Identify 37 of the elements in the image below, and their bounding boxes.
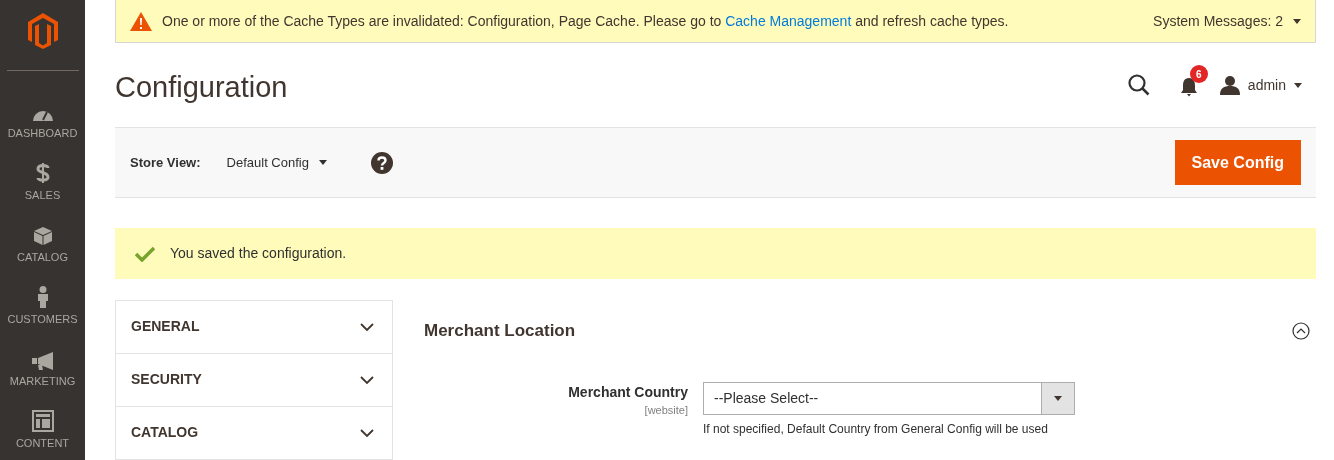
megaphone-icon	[31, 351, 54, 370]
person-icon	[36, 285, 49, 308]
sidebar-item[interactable]: SALES	[0, 147, 85, 209]
logo-icon	[27, 13, 58, 49]
field-label: Merchant Country	[568, 383, 688, 402]
dollar-icon	[35, 161, 50, 184]
field-note: If not specified, Default Country from General Config will be used	[703, 421, 1049, 438]
scope-label: [website]	[644, 403, 688, 418]
sidebar-item[interactable]: CUSTOMERS	[0, 271, 85, 333]
search-icon[interactable]	[1127, 74, 1150, 97]
system-messages-toggle[interactable]: System Messages: 2	[1153, 10, 1301, 32]
cache-management-link[interactable]: Cache Management	[725, 12, 852, 29]
country-select[interactable]: --Please Select--	[703, 382, 1075, 415]
help-icon[interactable]	[370, 151, 393, 174]
success-text: You saved the configuration.	[170, 244, 347, 264]
store-view-dropdown[interactable]: Default Config	[226, 153, 327, 173]
bell-icon[interactable]	[1179, 77, 1198, 98]
cache-warning-text: One or more of the Cache Types are invalidated: Configuration, Page Cache. Please go to Cache Management and refresh cache types.	[162, 11, 1009, 31]
page-title: Configuration	[115, 69, 288, 105]
warning-icon	[130, 11, 152, 31]
admin-user-menu[interactable]: admin	[1219, 74, 1302, 96]
collapse-icon	[1292, 322, 1310, 340]
store-view-label: Store View:	[130, 154, 201, 172]
section-header[interactable]: Merchant Location	[424, 300, 1316, 362]
sidebar-item[interactable]: MARKETING	[0, 333, 85, 395]
checkmark-icon	[135, 245, 155, 262]
sidebar-item[interactable]: CONTENT	[0, 395, 85, 457]
user-icon	[1219, 75, 1240, 95]
chevron-down-icon	[360, 323, 374, 331]
notification-count: 6	[1189, 65, 1208, 84]
sidebar-item[interactable]: DASHBOARD	[0, 85, 85, 147]
layout-icon	[31, 409, 54, 432]
save-config-button[interactable]: Save Config	[1174, 140, 1301, 186]
box-icon	[32, 225, 53, 246]
chevron-down-icon	[360, 429, 374, 437]
chevron-down-icon	[360, 376, 374, 384]
sidebar-item[interactable]: CATALOG	[0, 209, 85, 271]
